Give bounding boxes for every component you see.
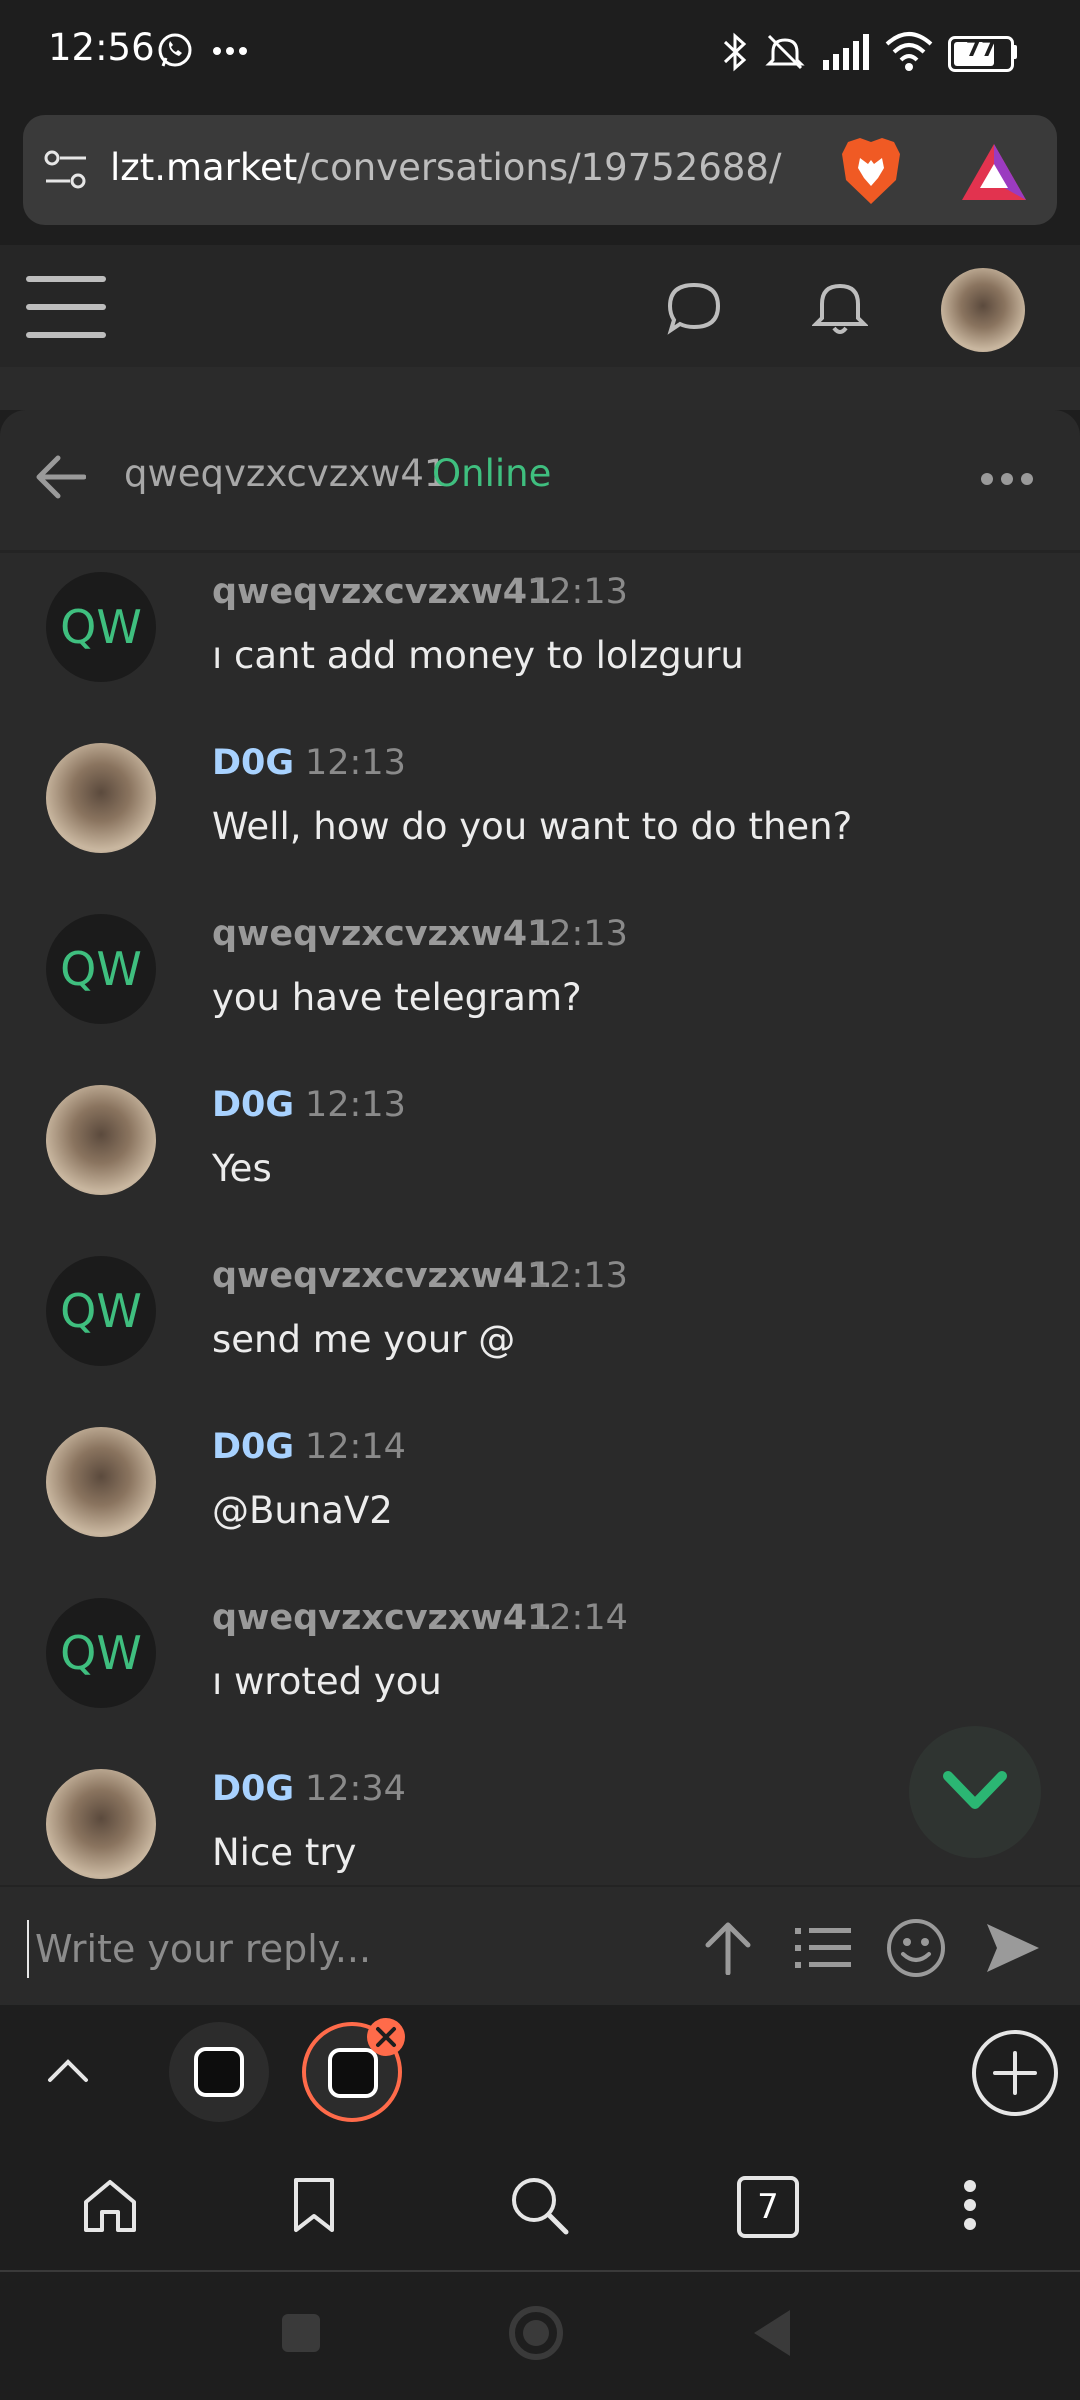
menu-icon[interactable]	[26, 274, 106, 340]
reply-input[interactable]	[27, 1920, 677, 1978]
more-notifications-icon	[213, 47, 247, 55]
brave-rewards-icon[interactable]	[960, 142, 1028, 202]
close-tab-icon[interactable]	[365, 2016, 407, 2058]
message-author[interactable]: D0G	[212, 743, 294, 783]
bluetooth-icon	[723, 32, 747, 72]
emoji-icon[interactable]	[886, 1918, 946, 1978]
message-author[interactable]: qweqvzxcvzxw41	[212, 914, 552, 954]
message-text: ı cant add money to lolzguru	[212, 634, 744, 677]
message-time: 12:14	[305, 1427, 406, 1467]
message-time: 12:34	[305, 1769, 406, 1809]
message-text: Well, how do you want to do then?	[212, 805, 853, 848]
more-options-icon[interactable]	[980, 472, 1034, 486]
tab-favicon-icon	[194, 2047, 244, 2097]
message-author[interactable]: qweqvzxcvzxw41	[212, 572, 552, 612]
site-header	[0, 245, 1080, 367]
home-nav-button[interactable]	[508, 2305, 564, 2361]
message-author[interactable]: D0G	[212, 1427, 294, 1467]
message-time: 12:14	[527, 1598, 628, 1638]
user-avatar[interactable]	[941, 268, 1025, 352]
tab-count-button[interactable]: 7	[737, 2176, 799, 2238]
upload-arrow-icon[interactable]	[703, 1921, 753, 1975]
online-status: Online	[432, 452, 552, 495]
url-host: lzt.market	[110, 146, 298, 189]
notifications-icon[interactable]	[812, 278, 868, 338]
conversations-icon[interactable]	[666, 280, 722, 336]
home-icon[interactable]	[80, 2178, 140, 2234]
message-avatar-dog[interactable]	[46, 1085, 156, 1195]
message-avatar-qw[interactable]: QW	[46, 1256, 156, 1366]
message-time: 12:13	[527, 1256, 628, 1296]
mute-icon	[765, 34, 805, 70]
browser-tab[interactable]	[169, 2022, 269, 2122]
header-divider	[0, 550, 1080, 553]
url-path: /conversations/19752688/	[297, 146, 782, 189]
search-icon[interactable]	[510, 2176, 570, 2236]
message-author[interactable]: qweqvzxcvzxw41	[212, 1598, 552, 1638]
chevron-up-icon[interactable]	[46, 2058, 90, 2084]
message-time: 12:13	[527, 572, 628, 612]
message-time: 12:13	[305, 1085, 406, 1125]
message-time: 12:13	[527, 914, 628, 954]
message-author[interactable]: qweqvzxcvzxw41	[212, 1256, 552, 1296]
wifi-icon	[885, 32, 933, 71]
message-avatar-qw[interactable]: QW	[46, 914, 156, 1024]
message-avatar-dog[interactable]	[46, 1769, 156, 1879]
message-text: Yes	[212, 1147, 272, 1190]
battery-icon: 77	[948, 36, 1014, 72]
signal-icon	[823, 34, 869, 70]
conversation-username[interactable]: qweqvzxcvzxw41	[124, 452, 447, 495]
message-avatar-dog[interactable]	[46, 743, 156, 853]
browser-tab-strip	[0, 2005, 1080, 2135]
message-text: you have telegram?	[212, 976, 582, 1019]
message-text: send me your @	[212, 1318, 516, 1361]
message-author[interactable]: D0G	[212, 1769, 294, 1809]
whatsapp-icon	[158, 33, 192, 67]
scroll-to-bottom-button[interactable]	[909, 1726, 1041, 1858]
new-tab-icon[interactable]	[970, 2028, 1060, 2118]
site-settings-icon[interactable]	[44, 149, 88, 191]
back-nav-button[interactable]	[752, 2308, 792, 2358]
url-text[interactable]: lzt.market/conversations/19752688/	[110, 146, 781, 189]
message-text: Nice try	[212, 1831, 357, 1874]
message-avatar-qw[interactable]: QW	[46, 1598, 156, 1708]
recent-apps-button[interactable]	[282, 2314, 320, 2352]
status-time: 12:56	[48, 26, 155, 69]
message-time: 12:13	[305, 743, 406, 783]
bookmark-icon[interactable]	[292, 2176, 336, 2234]
message-text: ı wroted you	[212, 1660, 442, 1703]
message-avatar-qw[interactable]: QW	[46, 572, 156, 682]
list-icon[interactable]	[795, 1926, 851, 1970]
header-spacer	[0, 367, 1080, 410]
battery-tip	[1012, 45, 1017, 59]
battery-level: 77	[965, 37, 997, 62]
back-arrow-icon[interactable]	[36, 455, 86, 499]
message-text: @BunaV2	[212, 1489, 393, 1532]
chevron-down-icon	[943, 1771, 1007, 1809]
message-author[interactable]: D0G	[212, 1085, 294, 1125]
more-menu-icon[interactable]	[962, 2180, 978, 2230]
message-avatar-dog[interactable]	[46, 1427, 156, 1537]
send-icon[interactable]	[985, 1922, 1041, 1974]
brave-shields-icon[interactable]	[838, 136, 904, 206]
